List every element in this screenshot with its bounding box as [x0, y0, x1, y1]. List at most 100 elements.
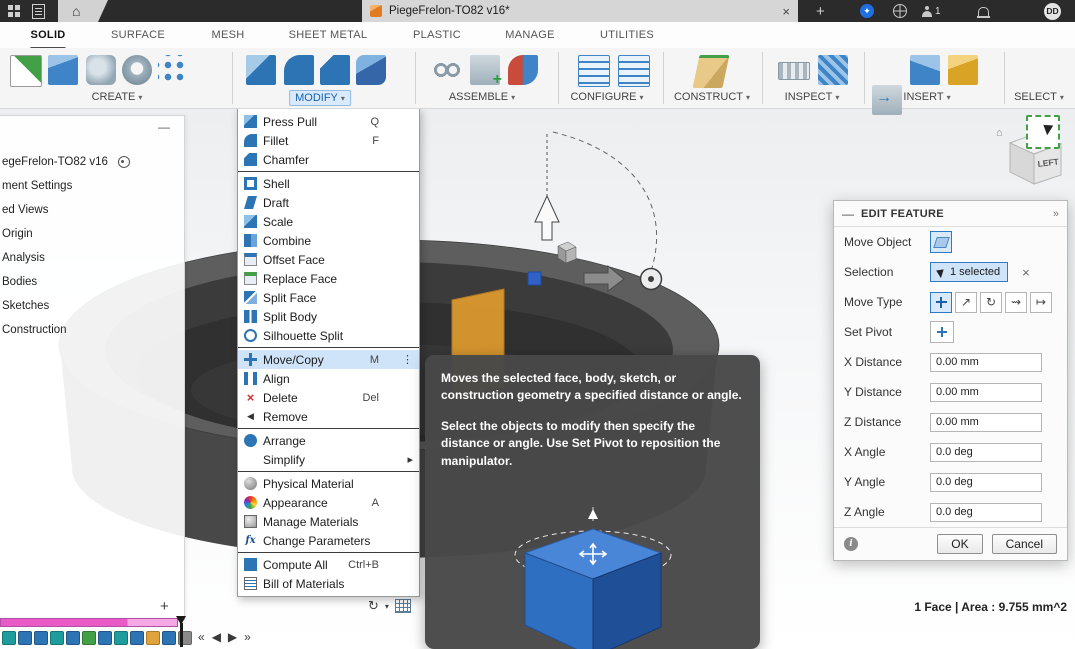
menu-item-shell[interactable]: Shell: [238, 174, 419, 193]
tab-mesh[interactable]: MESH: [212, 22, 245, 47]
browser-item-construction[interactable]: Construction: [0, 318, 184, 342]
menu-item-physical-material[interactable]: Physical Material: [238, 474, 419, 493]
select-group-dropdown[interactable]: SELECT▾: [1009, 90, 1069, 104]
collapse-panel-icon[interactable]: —: [158, 120, 170, 134]
menu-item-manage-materials[interactable]: Manage Materials: [238, 512, 419, 531]
fillet-icon[interactable]: [284, 55, 314, 85]
create-sketch-icon[interactable]: [10, 55, 42, 87]
timeline-feature-icon[interactable]: [50, 631, 64, 645]
browser-add-icon[interactable]: +: [160, 598, 169, 615]
configuration-table-icon[interactable]: [578, 55, 610, 87]
menu-item-fillet[interactable]: FilletF: [238, 131, 419, 150]
timeline-group-bar[interactable]: [0, 618, 178, 627]
menu-item-split-body[interactable]: Split Body: [238, 307, 419, 326]
viewcube-home-icon[interactable]: ⌂: [996, 127, 1003, 139]
insert-group-dropdown[interactable]: INSERT▾: [898, 90, 955, 104]
menu-item-simplify[interactable]: Simplify▸: [238, 450, 419, 469]
timeline-feature-icon[interactable]: [130, 631, 144, 645]
step-back-icon[interactable]: ◀: [212, 630, 221, 644]
browser-item-origin[interactable]: Origin: [0, 222, 184, 246]
menu-item-combine[interactable]: Combine: [238, 231, 419, 250]
notifications-button[interactable]: [978, 0, 989, 22]
menu-item-change-parameters[interactable]: fxChange Parameters: [238, 531, 419, 550]
menu-item-compute-all[interactable]: Compute AllCtrl+B: [238, 555, 419, 574]
tab-surface[interactable]: SURFACE: [111, 22, 165, 47]
menu-item-remove[interactable]: ◀Remove: [238, 407, 419, 426]
tab-solid[interactable]: SOLID: [30, 22, 65, 50]
modify-group-dropdown[interactable]: MODIFY▾: [289, 90, 351, 106]
construct-group-dropdown[interactable]: CONSTRUCT▾: [669, 90, 755, 104]
construction-plane-icon[interactable]: [692, 55, 729, 88]
menu-item-align[interactable]: Align: [238, 369, 419, 388]
home-button[interactable]: ⌂: [58, 0, 108, 22]
account-button[interactable]: DD: [1044, 0, 1061, 22]
collapse-icon[interactable]: —: [842, 207, 854, 221]
menu-item-scale[interactable]: Scale: [238, 212, 419, 231]
menu-item-press-pull[interactable]: Press PullQ: [238, 112, 419, 131]
timeline-feature-icon[interactable]: [162, 631, 176, 645]
browser-item-root[interactable]: egeFrelon-TO82 v16: [0, 150, 184, 174]
tab-plastic[interactable]: PLASTIC: [413, 22, 461, 47]
extensions-button[interactable]: ✦: [860, 0, 874, 22]
tab-manage[interactable]: MANAGE: [505, 22, 554, 47]
z-distance-input[interactable]: [930, 413, 1042, 432]
form-icon[interactable]: [356, 55, 386, 85]
menu-item-split-face[interactable]: Split Face: [238, 288, 419, 307]
selection-field[interactable]: 1 selected: [930, 262, 1008, 282]
data-panel-icon[interactable]: [32, 0, 45, 22]
measure-icon[interactable]: [778, 62, 810, 80]
browser-item-bodies[interactable]: Bodies: [0, 270, 184, 294]
create-group-dropdown[interactable]: CREATE▾: [87, 90, 148, 104]
insert-mesh-icon[interactable]: [948, 55, 978, 85]
timeline-feature-icon[interactable]: [82, 631, 96, 645]
move-type-point-to-position-button[interactable]: ↦: [1030, 292, 1052, 313]
move-type-rotate-button[interactable]: ↻: [980, 292, 1002, 313]
menu-item-offset-face[interactable]: Offset Face: [238, 250, 419, 269]
link-icon[interactable]: [432, 55, 462, 85]
timeline-feature-icon[interactable]: [66, 631, 80, 645]
activate-component-icon[interactable]: [118, 156, 130, 168]
z-angle-input[interactable]: [930, 503, 1042, 522]
set-pivot-button[interactable]: [930, 321, 954, 343]
menu-item-delete[interactable]: ×DeleteDel: [238, 388, 419, 407]
x-angle-input[interactable]: [930, 443, 1042, 462]
play-icon[interactable]: ▶: [228, 630, 237, 644]
new-tab-button[interactable]: +: [816, 0, 825, 22]
configuration-insert-icon[interactable]: [618, 55, 650, 87]
y-angle-input[interactable]: [930, 473, 1042, 492]
info-icon[interactable]: i: [844, 537, 858, 551]
inspect-group-dropdown[interactable]: INSPECT▾: [780, 90, 845, 104]
ok-button[interactable]: OK: [937, 534, 982, 554]
timeline-feature-icon[interactable]: [98, 631, 112, 645]
chevron-down-icon[interactable]: ▾: [385, 602, 389, 611]
move-type-translate-button[interactable]: ↗: [955, 292, 977, 313]
skip-to-start-icon[interactable]: «: [198, 630, 205, 644]
close-tab-icon[interactable]: ×: [782, 5, 790, 18]
decal-icon[interactable]: [910, 55, 940, 85]
menu-item-move-copy[interactable]: Move/CopyM⋮: [238, 350, 419, 369]
tab-utilities[interactable]: UTILITIES: [600, 22, 654, 47]
pattern-icon[interactable]: [158, 55, 188, 85]
move-type-free-move-button[interactable]: [930, 292, 952, 313]
clear-selection-icon[interactable]: ×: [1022, 265, 1030, 280]
menu-item-replace-face[interactable]: Replace Face: [238, 269, 419, 288]
grid-display-icon[interactable]: [395, 599, 411, 613]
select-cursor-icon[interactable]: [1026, 115, 1060, 149]
document-tab[interactable]: PiegeFrelon-TO82 v16* ×: [362, 0, 798, 22]
timeline-feature-icon[interactable]: [146, 631, 160, 645]
timeline-playhead[interactable]: [176, 616, 186, 625]
timeline-feature-icon[interactable]: [2, 631, 16, 645]
orbit-icon[interactable]: ↻: [368, 598, 379, 614]
tab-sheet-metal[interactable]: SHEET METAL: [289, 22, 368, 47]
torus-icon[interactable]: [122, 55, 152, 85]
joint-icon[interactable]: [508, 55, 538, 85]
move-object-faces-button[interactable]: [930, 231, 952, 253]
section-analysis-icon[interactable]: [818, 55, 848, 85]
y-distance-input[interactable]: [930, 383, 1042, 402]
x-distance-input[interactable]: [930, 353, 1042, 372]
expand-panel-icon[interactable]: »: [1053, 208, 1059, 220]
sweep-icon[interactable]: [86, 55, 116, 85]
cancel-button[interactable]: Cancel: [992, 534, 1057, 554]
menu-item-appearance[interactable]: AppearanceA: [238, 493, 419, 512]
app-grid-icon[interactable]: [8, 0, 20, 22]
